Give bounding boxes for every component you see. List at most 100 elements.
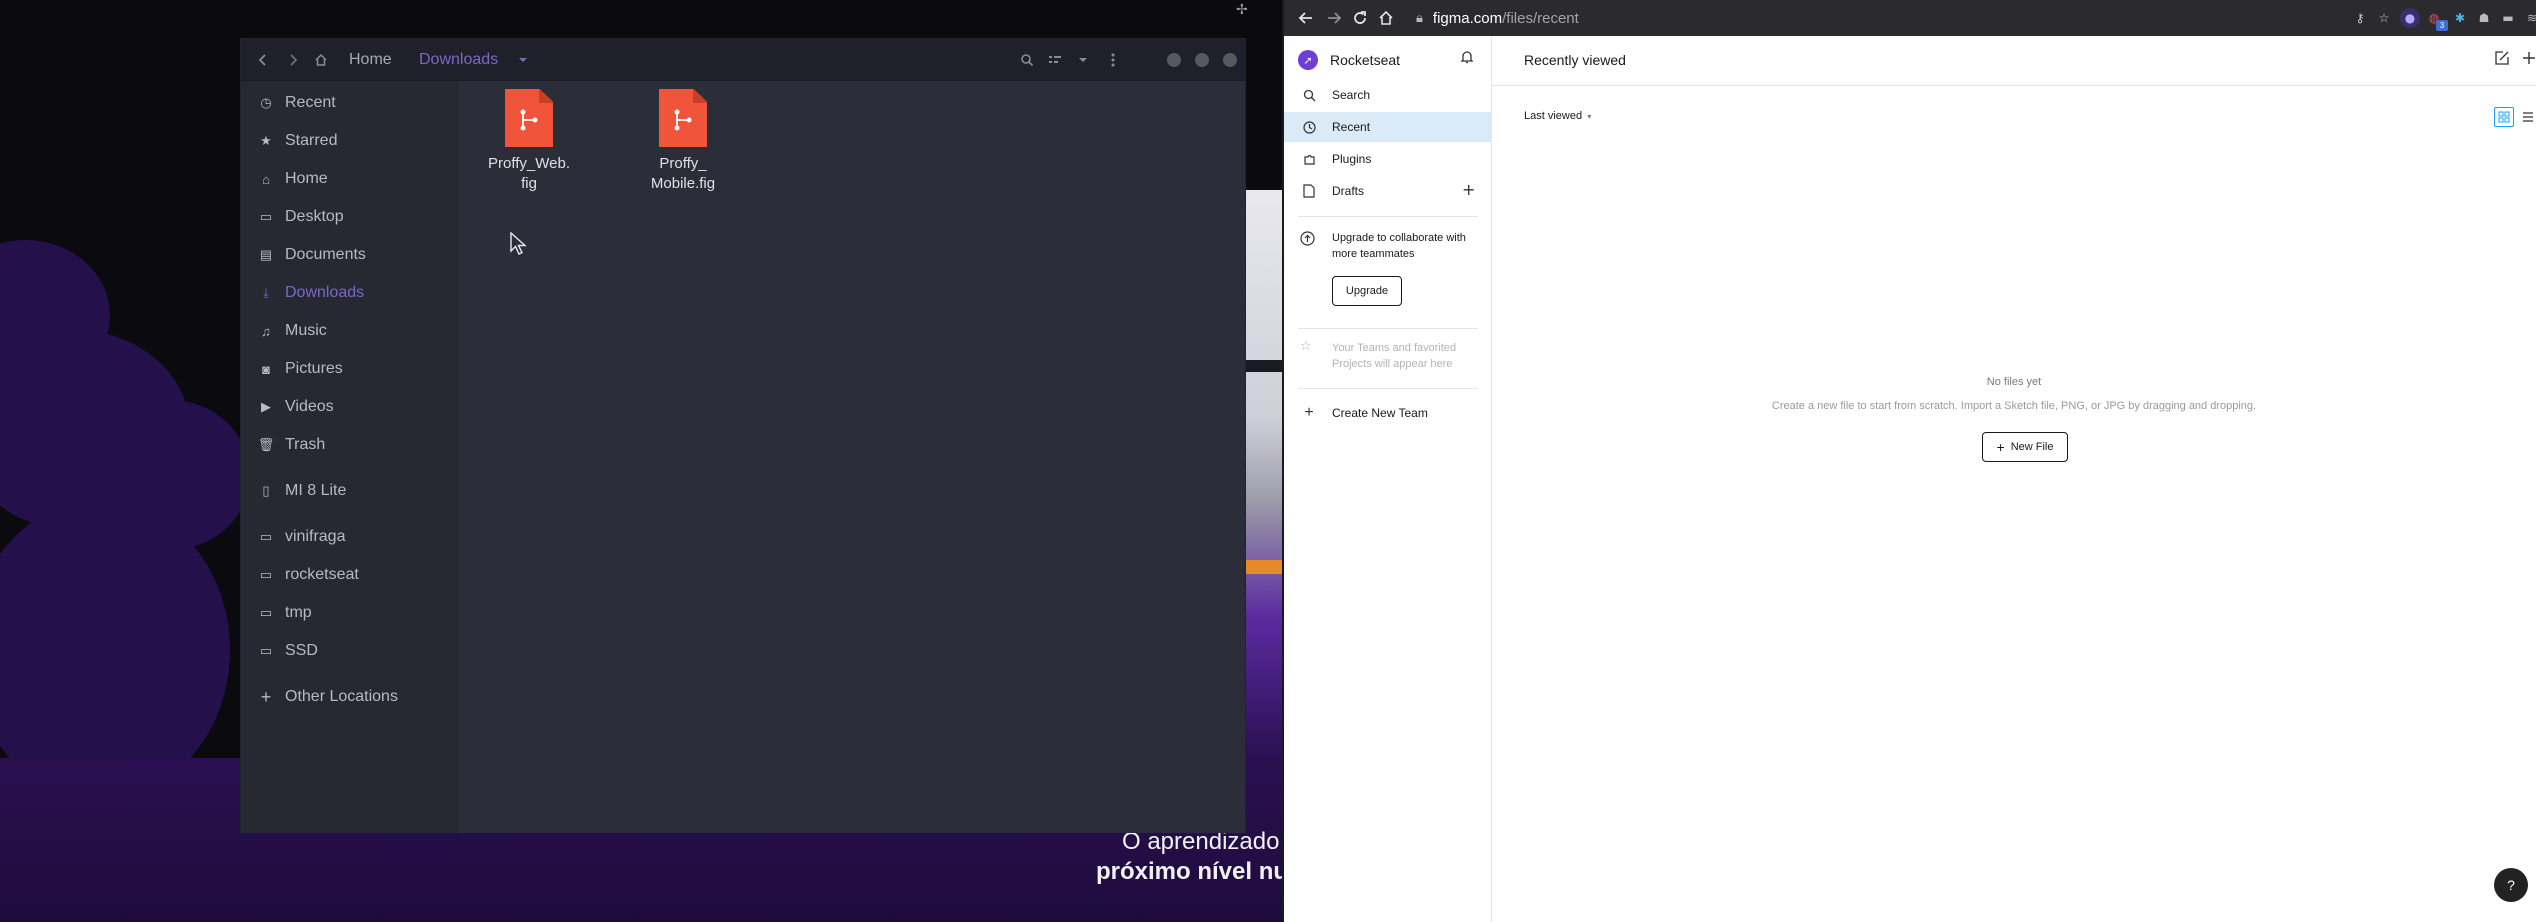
team-switcher[interactable]: ➚ Rocketseat <box>1298 50 1400 70</box>
extension-icon[interactable]: ● <box>2400 8 2420 28</box>
breadcrumb-downloads[interactable]: Downloads <box>419 49 498 71</box>
wallpaper-caption: próximo nível nu <box>1096 858 1282 885</box>
grid-view-icon <box>2498 111 2510 123</box>
sidebar-item-label: rocketseat <box>285 566 359 583</box>
sidebar-item-desktop[interactable]: ▭ Desktop <box>255 205 455 229</box>
desktop-icon: ▭ <box>259 209 273 224</box>
plus-icon: + <box>260 686 272 707</box>
sidebar-item-label: Recent <box>285 94 336 111</box>
sidebar-item-mi-8-lite[interactable]: ▯ MI 8 Lite <box>255 479 455 503</box>
url-host: figma.com <box>1432 9 1503 27</box>
home-icon[interactable] <box>1374 6 1398 30</box>
sidebar-item-videos[interactable]: ▶ Videos <box>255 395 455 419</box>
nav-label: Plugins <box>1332 152 1372 166</box>
nav-search[interactable]: Search <box>1284 80 1492 110</box>
download-icon: ⤓ <box>263 285 269 300</box>
figma-file-icon <box>659 89 707 147</box>
camera-icon: ◙ <box>262 361 270 377</box>
sidebar-item-documents[interactable]: ▤ Documents <box>255 243 455 267</box>
plus-icon: + <box>1996 439 2005 455</box>
nav-drafts[interactable]: Drafts <box>1284 176 1492 206</box>
file-manager-window: Home Downloads ◷ Recent ★ Starred ⌂ Home… <box>240 38 1246 833</box>
create-team-button[interactable]: + Create New Team <box>1284 398 1492 428</box>
team-logo-icon: ➚ <box>1298 50 1318 70</box>
nav-label: Search <box>1332 88 1371 102</box>
sort-dropdown[interactable]: Last viewed ▾ <box>1524 110 1591 122</box>
sidebar-item-rocketseat[interactable]: ▭ rocketseat <box>255 563 455 587</box>
sidebar-item-tmp[interactable]: ▭ tmp <box>255 601 455 625</box>
file-item[interactable]: Proffy_ Mobile.fig <box>623 89 743 194</box>
extension-icon[interactable]: ✱ <box>2450 8 2470 28</box>
sidebar-item-vinifraga[interactable]: ▭ vinifraga <box>255 525 455 549</box>
sidebar-item-label: SSD <box>285 642 318 659</box>
lock-icon: 🔒︎ <box>1416 10 1423 25</box>
new-file-label: New File <box>2010 441 2054 453</box>
forward-icon[interactable] <box>1322 6 1346 30</box>
sidebar-item-label: Documents <box>285 246 366 263</box>
sidebar-item-label: Pictures <box>285 360 343 377</box>
star-icon: ★ <box>260 133 272 148</box>
grid-view-toggle[interactable] <box>2494 107 2514 127</box>
extension-icon[interactable]: ≋ <box>2522 8 2536 28</box>
nav-plugins[interactable]: Plugins <box>1284 144 1492 174</box>
sidebar-item-pictures[interactable]: ◙ Pictures <box>255 357 455 381</box>
sidebar-item-label: Starred <box>285 132 338 149</box>
sidebar-item-ssd[interactable]: ▭ SSD <box>255 639 455 663</box>
sidebar-item-label: tmp <box>285 604 312 621</box>
bell-icon[interactable] <box>1460 50 1474 68</box>
menu-icon[interactable] <box>1101 48 1125 72</box>
search-icon[interactable] <box>1015 48 1039 72</box>
search-icon <box>1300 89 1318 102</box>
plus-icon: + <box>1304 404 1314 421</box>
empty-state-title: No files yet <box>1986 376 2042 388</box>
sidebar-item-downloads[interactable]: ⤓ Downloads <box>255 281 455 305</box>
sidebar-item-music[interactable]: ♫ Music <box>255 319 455 343</box>
new-file-button[interactable]: + New File <box>1982 432 2068 462</box>
empty-state-description: Create a new file to start from scratch.… <box>1771 400 2257 412</box>
help-button[interactable]: ? <box>2494 868 2528 902</box>
folder-icon: ▭ <box>259 643 273 658</box>
extension-icon[interactable]: ▬ <box>2498 8 2518 28</box>
back-icon[interactable] <box>251 48 275 72</box>
sidebar-item-recent[interactable]: ◷ Recent <box>255 91 455 115</box>
video-icon: ▶ <box>261 399 271 414</box>
list-view-icon <box>2523 112 2533 122</box>
address-bar[interactable]: 🔒︎ figma.com /files/recent <box>1416 6 1579 30</box>
bookmark-star-icon[interactable]: ☆ <box>2374 8 2394 28</box>
minimize-button[interactable] <box>1167 53 1181 67</box>
sidebar-item-other-locations[interactable]: + Other Locations <box>255 685 455 709</box>
back-icon[interactable] <box>1294 6 1318 30</box>
nav-recent[interactable]: Recent <box>1284 112 1492 142</box>
home-icon <box>309 48 333 72</box>
sidebar-item-home[interactable]: ⌂ Home <box>255 167 455 191</box>
folder-icon: ▭ <box>259 605 273 620</box>
divider <box>1298 216 1478 217</box>
sidebar-item-label: Other Locations <box>285 688 398 705</box>
breadcrumb-home[interactable]: Home <box>349 49 392 71</box>
close-button[interactable] <box>1223 53 1237 67</box>
sidebar-item-label: Desktop <box>285 208 344 225</box>
extension-icon[interactable]: ☗ <box>2474 8 2494 28</box>
reload-icon[interactable] <box>1348 6 1372 30</box>
list-view-toggle[interactable] <box>2518 107 2536 127</box>
maximize-button[interactable] <box>1195 53 1209 67</box>
import-file-icon[interactable] <box>2494 50 2510 70</box>
plugin-icon <box>1300 153 1318 166</box>
file-item[interactable]: Proffy_Web. fig <box>469 89 589 194</box>
file-view: Proffy_Web. fig Proffy_ Mobile.fig <box>459 81 1245 833</box>
key-icon[interactable]: ⚷ <box>2350 8 2370 28</box>
sidebar-item-starred[interactable]: ★ Starred <box>255 129 455 153</box>
figma-sidebar: ➚ Rocketseat Search Recent Plugins Draft… <box>1284 36 1492 922</box>
upgrade-button[interactable]: Upgrade <box>1332 276 1402 306</box>
add-draft-icon[interactable]: + <box>1462 180 1475 199</box>
chevron-down-icon[interactable] <box>511 48 535 72</box>
sidebar-item-trash[interactable]: 🗑︎ Trash <box>255 433 455 457</box>
file-icon <box>1300 184 1318 198</box>
forward-icon[interactable] <box>281 48 305 72</box>
file-name: Proffy_Web. fig <box>488 155 570 192</box>
sort-dropdown-icon[interactable] <box>1071 48 1095 72</box>
upgrade-icon <box>1300 231 1315 250</box>
new-file-plus-icon[interactable] <box>2522 50 2536 69</box>
sidebar-item-label: Home <box>285 170 328 187</box>
view-list-icon[interactable] <box>1043 48 1067 72</box>
